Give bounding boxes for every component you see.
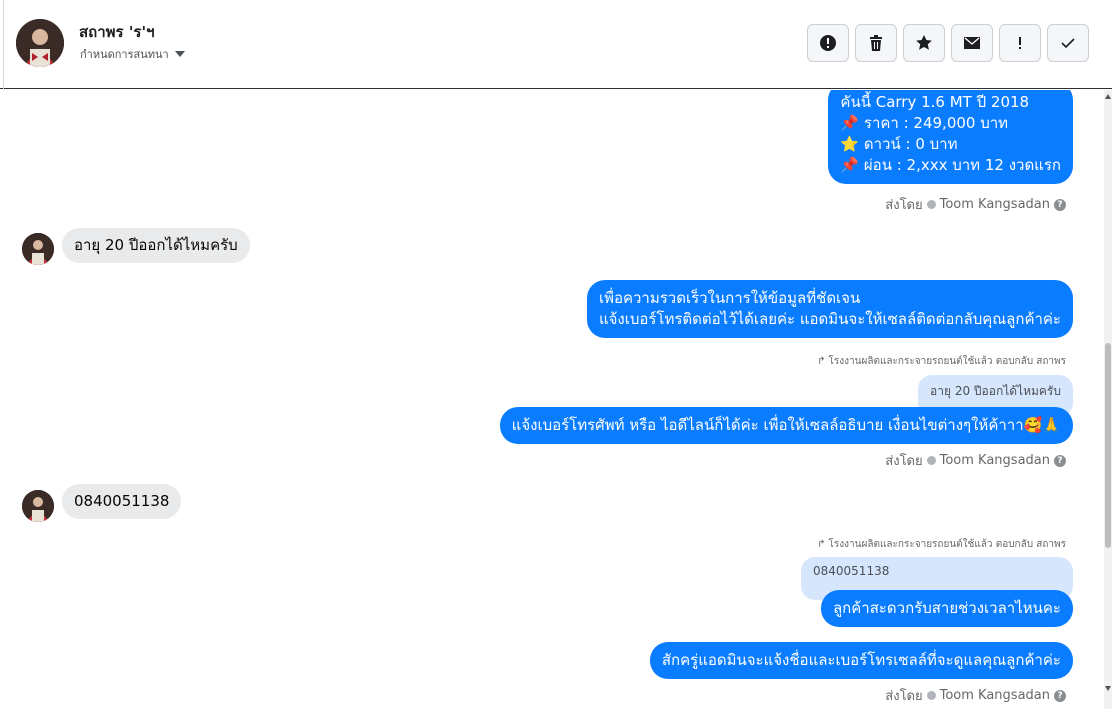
contact-name: สถาพร 'ร'ฯ (79, 23, 155, 41)
contact-avatar[interactable] (16, 19, 64, 67)
assign-label: กำหนดการสนทนา (80, 48, 169, 61)
assign-conversation-dropdown[interactable]: กำหนดการสนทนา (80, 45, 185, 63)
done-button[interactable] (1047, 24, 1089, 62)
scroll-thumb[interactable] (1105, 343, 1111, 548)
divider (3, 0, 4, 89)
reply-context-label: ↱ โรงงานผลิตและกระจายรถยนต์ใช้แล้ว ตอบกล… (817, 356, 1066, 367)
envelope-icon (964, 37, 980, 49)
help-icon[interactable]: ? (1054, 689, 1066, 702)
reply-context-label: ↱ โรงงานผลิตและกระจายรถยนต์ใช้แล้ว ตอบกล… (817, 539, 1066, 550)
sent-by-label: ส่งโดย Toom Kangsadan ? (885, 450, 1066, 471)
sender-name[interactable]: Toom Kangsadan (940, 197, 1050, 212)
important-button[interactable] (999, 24, 1041, 62)
pushpin-icon: 📌 (840, 114, 860, 132)
sender-name[interactable]: Toom Kangsadan (940, 688, 1050, 703)
outgoing-message[interactable]: สักครู่แอดมินจะแจ้งชื่อและเบอร์โทรเซลล์ท… (649, 642, 1073, 679)
star-emoji-icon: ⭐ (840, 135, 860, 153)
alert-circle-icon (820, 35, 836, 51)
emoji-icon: 🥰🙏 (1023, 416, 1061, 434)
reply-arrow-icon: ↱ (817, 356, 826, 367)
message-line: 📌 ผ่อน : 2,xxx บาท 12 งวดแรก (840, 156, 1061, 174)
messenger-inbox: สถาพร 'ร'ฯ กำหนดการสนทนา คันนี้ Carry 1.… (0, 0, 1112, 709)
outgoing-message[interactable]: แจ้งเบอร์โทรศัพท์ หรือ ไอดีไลน์ก็ได้ค่ะ … (499, 407, 1073, 444)
mark-unread-button[interactable] (951, 24, 993, 62)
help-icon[interactable]: ? (1054, 198, 1066, 211)
star-icon (916, 35, 932, 50)
message-line: เพื่อความรวดเร็วในการให้ข้อมูลที่ชัดเจน (598, 289, 861, 307)
check-circle-icon (926, 200, 936, 209)
contact-avatar-small[interactable] (22, 490, 54, 522)
message-thread[interactable]: คันนี้ Carry 1.6 MT ปี 2018 📌 ราคา : 249… (0, 90, 1104, 709)
exclamation-icon (1019, 37, 1021, 49)
sent-by-label: ส่งโดย Toom Kangsadan ? (885, 194, 1066, 215)
message-line: 📌 ราคา : 249,000 บาท (840, 114, 1009, 132)
caret-down-icon (174, 51, 185, 57)
mark-spam-button[interactable] (807, 24, 849, 62)
help-icon[interactable]: ? (1054, 454, 1066, 467)
delete-button[interactable] (855, 24, 897, 62)
header-toolbar (807, 24, 1089, 62)
check-circle-icon (926, 456, 936, 465)
outgoing-message[interactable]: ลูกค้าสะดวกรับสายช่วงเวลาไหนคะ (820, 590, 1073, 627)
message-line: แจ้งเบอร์โทรติดต่อไว้ได้เลยค่ะ แอดมินจะใ… (598, 310, 1061, 328)
message-line: คันนี้ Carry 1.6 MT ปี 2018 (840, 93, 1030, 111)
conversation-header: สถาพร 'ร'ฯ กำหนดการสนทนา (0, 0, 1112, 89)
message-line: ⭐ ดาวน์ : 0 บาท (840, 135, 958, 153)
sender-name[interactable]: Toom Kangsadan (940, 453, 1050, 468)
pushpin-icon: 📌 (840, 156, 860, 174)
trash-icon (870, 35, 882, 51)
checkmark-icon (1061, 38, 1075, 49)
incoming-message[interactable]: 0840051138 (62, 484, 182, 519)
sent-by-label: ส่งโดย Toom Kangsadan ? (885, 685, 1066, 706)
incoming-message[interactable]: อายุ 20 ปีออกได้ไหมครับ (62, 228, 250, 263)
outgoing-message[interactable]: คันนี้ Carry 1.6 MT ปี 2018 📌 ราคา : 249… (828, 90, 1073, 184)
outgoing-message[interactable]: เพื่อความรวดเร็วในการให้ข้อมูลที่ชัดเจน … (586, 280, 1073, 338)
scroll-down-arrow-icon[interactable] (1105, 686, 1111, 691)
scroll-up-arrow-icon[interactable] (1105, 94, 1111, 99)
reply-arrow-icon: ↱ (817, 539, 826, 550)
star-button[interactable] (903, 24, 945, 62)
check-circle-icon (926, 691, 936, 700)
contact-avatar-small[interactable] (22, 233, 54, 265)
